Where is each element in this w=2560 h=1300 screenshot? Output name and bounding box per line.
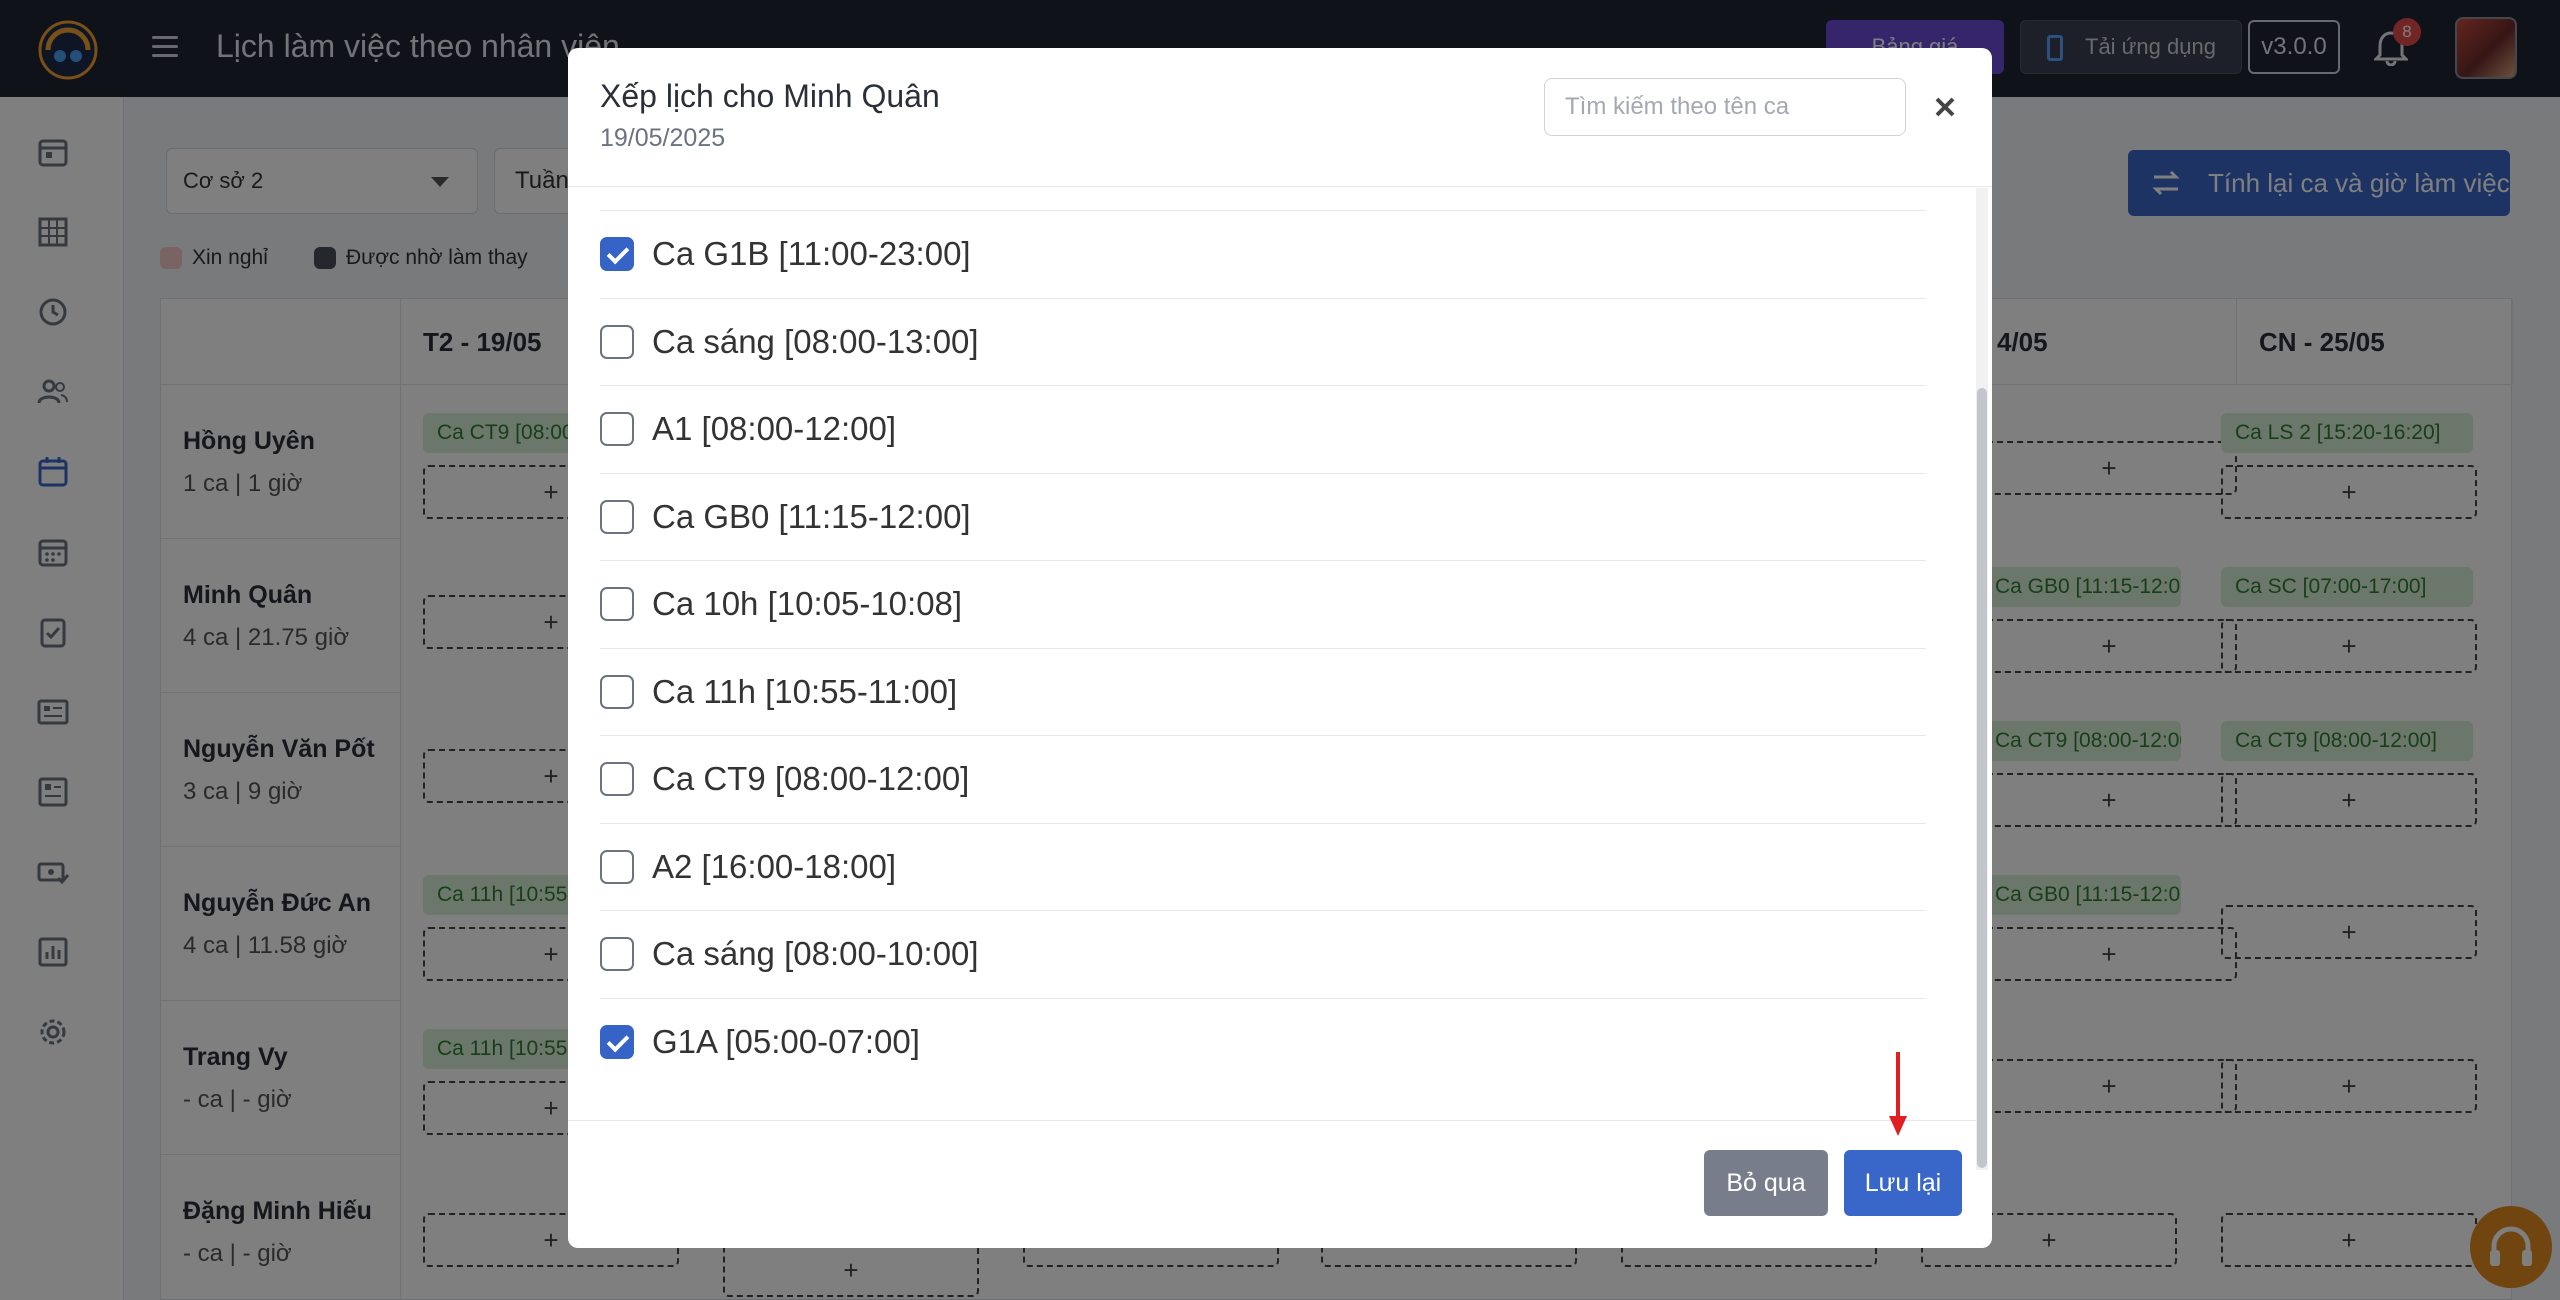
shift-search-input[interactable]: [1544, 78, 1906, 136]
shift-label: Ca 10h [10:05-10:08]: [652, 585, 963, 622]
shift-checkbox[interactable]: [600, 674, 634, 709]
shift-label: A1 [08:00-12:00]: [652, 410, 897, 447]
shift-checkbox[interactable]: [600, 587, 634, 621]
shift-label: Ca G1B [11:00-23:00]: [652, 235, 971, 272]
divider: [568, 186, 1992, 187]
shift-checkbox[interactable]: [600, 499, 634, 534]
shift-option[interactable]: Ca CT9 [08:00-12:00]: [600, 735, 1926, 823]
shift-list: Ca G1B [11:00-23:00] Ca sáng [08:00-13:0…: [600, 210, 1926, 1085]
shift-checkbox[interactable]: [600, 412, 634, 446]
shift-option[interactable]: A1 [08:00-12:00]: [600, 385, 1926, 473]
shift-label: Ca sáng [08:00-10:00]: [652, 935, 979, 972]
shift-label: G1A [05:00-07:00]: [652, 1022, 920, 1060]
shift-checkbox[interactable]: [600, 937, 634, 971]
shift-checkbox[interactable]: [600, 762, 634, 796]
schedule-dialog: Xếp lịch cho Minh Quân 19/05/2025 Ca G1B…: [568, 48, 1992, 1248]
shift-label: Ca GB0 [11:15-12:00]: [652, 497, 971, 535]
shift-label: Ca CT9 [08:00-12:00]: [652, 760, 970, 797]
close-icon[interactable]: [1930, 92, 1960, 122]
shift-option[interactable]: Ca 10h [10:05-10:08]: [600, 560, 1926, 648]
shift-label: Ca sáng [08:00-13:00]: [652, 322, 979, 360]
cancel-button[interactable]: Bỏ qua: [1704, 1150, 1828, 1216]
shift-option[interactable]: Ca sáng [08:00-10:00]: [600, 910, 1926, 998]
annotation-arrow-icon: [1889, 1052, 1907, 1136]
shift-checkbox[interactable]: [600, 237, 634, 271]
dialog-title: Xếp lịch cho Minh Quân: [600, 78, 940, 114]
shift-checkbox[interactable]: [600, 1024, 634, 1059]
shift-label: A2 [16:00-18:00]: [652, 847, 897, 885]
divider: [568, 1120, 1976, 1121]
shift-option[interactable]: Ca G1B [11:00-23:00]: [600, 210, 1926, 298]
shift-checkbox[interactable]: [600, 324, 634, 359]
shift-checkbox[interactable]: [600, 849, 634, 884]
shift-option[interactable]: Ca GB0 [11:15-12:00]: [600, 472, 1926, 561]
shift-option[interactable]: A2 [16:00-18:00]: [600, 822, 1926, 911]
save-button[interactable]: Lưu lại: [1844, 1150, 1962, 1216]
shift-label: Ca 11h [10:55-11:00]: [652, 672, 958, 710]
shift-option[interactable]: Ca sáng [08:00-13:00]: [600, 297, 1926, 386]
dialog-date: 19/05/2025: [600, 124, 726, 152]
shift-option[interactable]: Ca 11h [10:55-11:00]: [600, 647, 1926, 736]
shift-option[interactable]: G1A [05:00-07:00]: [600, 997, 1926, 1086]
scrollbar-thumb[interactable]: [1977, 388, 1987, 1168]
